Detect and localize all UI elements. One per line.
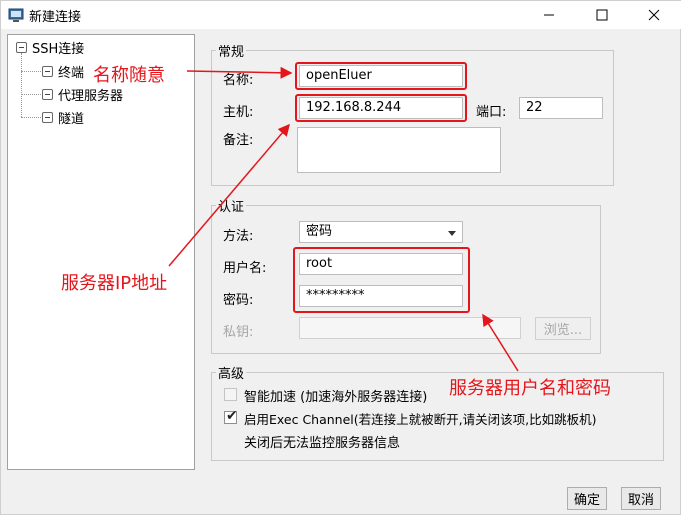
method-value: 密码: [306, 224, 333, 239]
minimize-icon: [544, 14, 554, 16]
cancel-button[interactable]: 取消: [621, 487, 661, 510]
tree-connector: [21, 94, 41, 95]
minimize-button[interactable]: [526, 1, 572, 29]
highlight-credentials: [293, 247, 470, 313]
node-icon: [42, 65, 53, 77]
accel-label: 智能加速 (加速海外服务器连接): [244, 390, 428, 405]
tree-item-tunnel[interactable]: 隧道: [42, 108, 85, 127]
exec-channel-note: 关闭后无法监控服务器信息: [244, 436, 401, 451]
close-icon: [648, 9, 660, 21]
tree-item-proxy[interactable]: 代理服务器: [42, 85, 124, 104]
password-label: 密码:: [223, 293, 254, 308]
host-label: 主机:: [223, 105, 254, 120]
node-icon: [42, 88, 53, 100]
tree-item-ssh[interactable]: SSH连接: [16, 38, 85, 57]
browse-button[interactable]: 浏览...: [535, 317, 591, 340]
tree-connector: [21, 53, 22, 117]
tree-connector: [21, 71, 41, 72]
tree-item-label: 隧道: [58, 111, 85, 127]
chevron-down-icon: [448, 231, 456, 236]
exec-channel-label: 启用Exec Channel(若连接上就被断开,请关闭该项,比如跳板机): [244, 412, 597, 427]
method-select[interactable]: 密码: [299, 221, 463, 243]
port-label: 端口:: [476, 105, 507, 120]
annotation-name: 名称随意: [93, 65, 165, 86]
private-key-field[interactable]: [299, 317, 521, 339]
maximize-icon: [596, 9, 608, 21]
tree-item-label: SSH连接: [32, 41, 85, 57]
node-icon: [16, 41, 27, 53]
close-button[interactable]: [631, 1, 677, 29]
node-icon: [42, 111, 53, 123]
window-title: 新建连接: [29, 10, 82, 25]
highlight-name: [295, 62, 467, 90]
exec-channel-checkbox[interactable]: ✔: [224, 408, 238, 424]
method-label: 方法:: [223, 229, 254, 244]
note-label: 备注:: [223, 133, 254, 148]
annotation-ip: 服务器IP地址: [61, 273, 168, 294]
highlight-host: [295, 94, 467, 122]
name-label: 名称:: [223, 73, 254, 88]
app-icon: [8, 8, 24, 22]
general-legend: 常规: [218, 45, 245, 60]
ok-button[interactable]: 确定: [567, 487, 607, 510]
auth-legend: 认证: [218, 200, 245, 215]
advanced-legend: 高级: [218, 367, 245, 382]
tree-connector: [21, 117, 41, 118]
port-field[interactable]: 22: [519, 97, 603, 119]
note-field[interactable]: [297, 127, 501, 173]
tree-item-label: 终端: [58, 65, 85, 81]
title-bar: 新建连接: [1, 1, 681, 29]
tree-item-label: 代理服务器: [58, 88, 124, 104]
tree-item-terminal[interactable]: 终端: [42, 62, 85, 81]
connection-tree: SSH连接 终端 代理服务器 隧道: [7, 34, 195, 470]
check-icon: ✔: [226, 408, 238, 424]
maximize-button[interactable]: [579, 1, 625, 29]
username-label: 用户名:: [223, 261, 267, 276]
new-connection-dialog: 新建连接 SSH连接 终端 代理服务器 隧道 常规 名称: openEluer …: [0, 0, 681, 515]
annotation-credentials: 服务器用户名和密码: [449, 378, 611, 399]
private-key-label: 私钥:: [223, 325, 254, 340]
accel-checkbox[interactable]: [224, 388, 237, 401]
